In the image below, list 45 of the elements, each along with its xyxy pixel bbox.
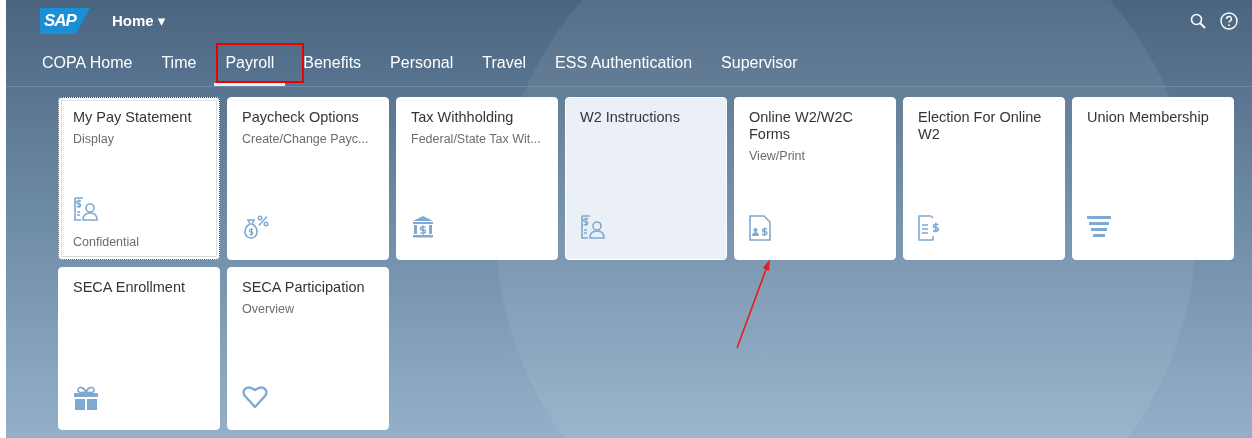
search-icon[interactable] [1190, 13, 1206, 29]
sap-logo[interactable]: SAP [40, 8, 90, 34]
bank-icon [411, 215, 435, 239]
nav-tab[interactable]: Supervisor [710, 42, 809, 86]
gift-icon [73, 385, 99, 411]
document-person-dollar-icon [749, 215, 771, 241]
nav-tab[interactable]: COPA Home [31, 42, 144, 86]
funnel-icon [1087, 215, 1111, 239]
tile-subtitle: Display [73, 132, 115, 146]
tile-title: SECA Participation [242, 279, 366, 296]
tile-title: Union Membership [1087, 109, 1210, 126]
app-tile[interactable]: Union Membership [1072, 97, 1234, 260]
nav-tab[interactable]: Payroll [214, 42, 286, 86]
tile-title: Online W2/W2C Forms [749, 109, 854, 143]
tile-title: Paycheck Options [242, 109, 360, 126]
app-tile[interactable]: Paycheck Options Create/Change Payc... [227, 97, 389, 260]
tile-subtitle: Overview [242, 302, 296, 316]
app-tile[interactable]: Online W2/W2C Forms View/Print [734, 97, 896, 260]
nav-tab[interactable]: Time [150, 42, 208, 86]
person-dollar-icon [73, 197, 99, 221]
tile-title: W2 Instructions [580, 109, 681, 126]
home-menu-button[interactable]: Home ▾ [111, 12, 166, 30]
tile-title: Election For Online W2 [918, 109, 1043, 143]
app-tile[interactable]: SECA Participation Overview [227, 267, 389, 430]
tile-subtitle: Federal/State Tax Wit... [411, 132, 542, 146]
app-tile[interactable]: SECA Enrollment [58, 267, 220, 430]
tile-title: SECA Enrollment [73, 279, 187, 296]
nav-tab[interactable]: Travel [471, 42, 538, 86]
help-icon[interactable] [1220, 12, 1238, 30]
app-tile[interactable]: W2 Instructions [565, 97, 727, 260]
tile-title: My Pay Statement [73, 109, 193, 126]
nav-tab[interactable]: Benefits [292, 42, 373, 86]
tile-footer: Confidential [73, 235, 205, 249]
person-dollar-icon [580, 215, 606, 239]
nav-tab[interactable]: Personal [379, 42, 465, 86]
tile-subtitle: Create/Change Payc... [242, 132, 370, 146]
app-tile[interactable]: Tax Withholding Federal/State Tax Wit... [396, 97, 558, 260]
app-tile[interactable]: My Pay Statement Display Confidential [58, 97, 220, 260]
tile-title: Tax Withholding [411, 109, 515, 126]
money-bag-percent-icon [242, 215, 270, 239]
heart-icon [242, 385, 268, 409]
app-tile[interactable]: Election For Online W2 [903, 97, 1065, 260]
document-dollar-icon [918, 215, 940, 241]
nav-tab[interactable]: ESS Authentication [544, 42, 704, 86]
tile-subtitle: View/Print [749, 149, 807, 163]
